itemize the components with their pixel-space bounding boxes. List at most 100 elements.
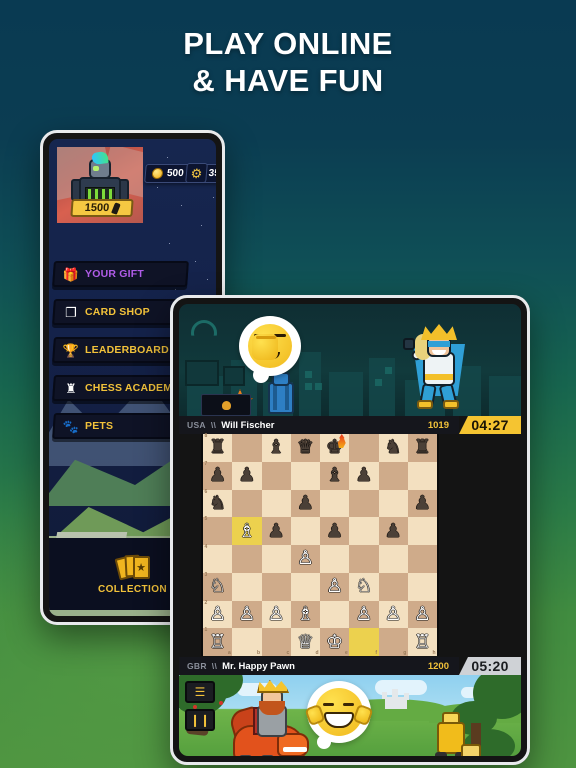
menu-item-pets[interactable]: 🐾 PETS xyxy=(52,413,189,439)
board-square-f7[interactable]: ♟ xyxy=(349,461,379,490)
board-square-d8[interactable]: ♛ xyxy=(290,434,320,462)
menu-item-card-shop[interactable]: ❐ CARD SHOP xyxy=(52,299,189,325)
board-square-h2[interactable]: ♙ xyxy=(407,600,437,629)
board-square-h4[interactable] xyxy=(407,545,437,573)
chess-piece[interactable]: ♗ xyxy=(297,605,314,624)
chess-piece[interactable]: ♛ xyxy=(297,438,314,457)
chess-piece[interactable]: ♟ xyxy=(238,466,255,485)
board-square-b5[interactable]: ♗ xyxy=(232,517,262,545)
chess-piece[interactable]: ♙ xyxy=(326,577,343,596)
board-square-g7[interactable] xyxy=(378,461,408,490)
board-square-f6[interactable] xyxy=(349,489,379,518)
chess-piece[interactable]: ♙ xyxy=(297,549,314,568)
board-square-e3[interactable]: ♙ xyxy=(320,572,350,601)
board-square-c2[interactable]: ♙ xyxy=(261,600,291,629)
menu-item-your-gift[interactable]: 🎁 YOUR GIFT xyxy=(52,261,189,287)
chess-piece[interactable]: ♙ xyxy=(238,605,255,624)
board-square-e2[interactable] xyxy=(320,600,350,629)
chess-piece[interactable]: ♜ xyxy=(414,438,431,457)
chess-piece[interactable]: ♙ xyxy=(414,605,431,624)
menu-button[interactable]: ☰ xyxy=(185,681,215,703)
board-square-f2[interactable]: ♙ xyxy=(349,600,379,629)
board-square-a7[interactable]: 7 ♟ xyxy=(203,461,233,490)
board-square-a3[interactable]: 3 ♘ xyxy=(203,572,233,601)
chess-piece[interactable]: ♗ xyxy=(238,522,255,541)
board-square-e7[interactable]: ♝ xyxy=(320,461,350,490)
board-square-d6[interactable]: ♟ xyxy=(290,489,320,518)
chess-piece[interactable]: ♔ xyxy=(326,633,343,652)
board-square-f3[interactable]: ♘ xyxy=(349,572,379,601)
chess-piece[interactable]: ♖ xyxy=(414,633,431,652)
chess-piece[interactable]: ♟ xyxy=(326,522,343,541)
board-square-f5[interactable] xyxy=(349,517,379,545)
board-square-h5[interactable] xyxy=(407,517,437,545)
board-square-d1[interactable]: d ♕ xyxy=(290,628,320,656)
board-square-g3[interactable] xyxy=(378,572,408,601)
king-on-dragon-avatar[interactable] xyxy=(227,679,315,756)
chess-piece[interactable]: ♘ xyxy=(355,577,372,596)
board-square-c6[interactable] xyxy=(261,489,291,518)
board-square-d5[interactable] xyxy=(290,517,320,545)
chess-piece[interactable]: ♟ xyxy=(297,494,314,513)
chess-piece[interactable]: ♟ xyxy=(355,466,372,485)
settings-button[interactable]: ⚙ xyxy=(185,163,208,183)
board-square-d7[interactable] xyxy=(290,461,320,490)
chess-board[interactable]: 8 ♜ ♝ ♛ ♚ ♞ ♜ 7 ♟ ♟ ♝ ♟ 6 ♞ ♟ ♟ 5 ♗ ♟ ♟ ♟ 4 ♙ 3 ♘ ♙ ♘ 2 ♙ ♙ ♙ ♗ ♙ ♙ ♙ 1 a ♖ b c… xyxy=(201,434,439,656)
board-square-e6[interactable] xyxy=(320,489,350,518)
chess-piece[interactable]: ♞ xyxy=(209,494,226,513)
chess-piece[interactable]: ♕ xyxy=(297,633,314,652)
board-square-a2[interactable]: 2 ♙ xyxy=(203,600,233,629)
board-square-h7[interactable] xyxy=(407,461,437,490)
board-square-f4[interactable] xyxy=(349,545,379,573)
board-square-c7[interactable] xyxy=(261,461,291,490)
board-square-a6[interactable]: 6 ♞ xyxy=(203,489,233,518)
board-square-e4[interactable] xyxy=(320,545,350,573)
board-square-f8[interactable] xyxy=(349,434,379,462)
board-square-h3[interactable] xyxy=(407,572,437,601)
board-square-g6[interactable] xyxy=(378,489,408,518)
chess-piece[interactable]: ♞ xyxy=(385,438,402,457)
board-square-a8[interactable]: 8 ♜ xyxy=(203,434,233,462)
board-square-f1[interactable]: f xyxy=(349,628,379,656)
board-square-g5[interactable]: ♟ xyxy=(378,517,408,545)
board-square-c5[interactable]: ♟ xyxy=(261,517,291,545)
board-square-b8[interactable] xyxy=(232,434,262,462)
board-square-d2[interactable]: ♗ xyxy=(290,600,320,629)
board-square-d3[interactable] xyxy=(290,572,320,601)
board-square-a5[interactable]: 5 xyxy=(203,517,233,545)
board-square-e1[interactable]: e ♔ xyxy=(320,628,350,656)
board-square-c4[interactable] xyxy=(261,545,291,573)
board-square-b1[interactable]: b xyxy=(232,628,262,656)
chess-piece[interactable]: ♟ xyxy=(414,494,431,513)
chess-piece[interactable]: ♝ xyxy=(268,438,285,457)
superhero-avatar[interactable] xyxy=(401,322,475,410)
board-square-e8[interactable]: ♚ xyxy=(320,434,350,462)
chess-piece[interactable]: ♜ xyxy=(209,438,226,457)
chess-piece[interactable]: ♟ xyxy=(209,466,226,485)
board-square-g8[interactable]: ♞ xyxy=(378,434,408,462)
board-square-c3[interactable] xyxy=(261,572,291,601)
chess-piece[interactable]: ♝ xyxy=(326,466,343,485)
chess-piece[interactable]: ♟ xyxy=(385,522,402,541)
board-square-b2[interactable]: ♙ xyxy=(232,600,262,629)
board-square-g1[interactable]: g xyxy=(378,628,408,656)
board-square-c1[interactable]: c xyxy=(261,628,291,656)
board-square-b3[interactable] xyxy=(232,572,262,601)
board-square-b6[interactable] xyxy=(232,489,262,518)
chess-piece[interactable]: ♙ xyxy=(209,605,226,624)
gold-robot-pet[interactable] xyxy=(431,712,481,756)
chess-piece[interactable]: ♘ xyxy=(209,577,226,596)
chess-piece[interactable]: ♙ xyxy=(355,605,372,624)
board-square-c8[interactable]: ♝ xyxy=(261,434,291,462)
board-square-g4[interactable] xyxy=(378,545,408,573)
board-square-d4[interactable]: ♙ xyxy=(290,545,320,573)
board-square-b7[interactable]: ♟ xyxy=(232,461,262,490)
board-square-g2[interactable]: ♙ xyxy=(378,600,408,629)
menu-item-leaderboard[interactable]: 🏆 LEADERBOARD xyxy=(52,337,189,363)
board-square-a1[interactable]: 1 a ♖ xyxy=(203,628,233,656)
board-square-h6[interactable]: ♟ xyxy=(407,489,437,518)
player-avatar-icon[interactable] xyxy=(201,394,251,416)
board-square-a4[interactable]: 4 xyxy=(203,545,233,573)
chess-piece[interactable]: ♟ xyxy=(268,522,285,541)
chess-piece[interactable]: ♙ xyxy=(268,605,285,624)
